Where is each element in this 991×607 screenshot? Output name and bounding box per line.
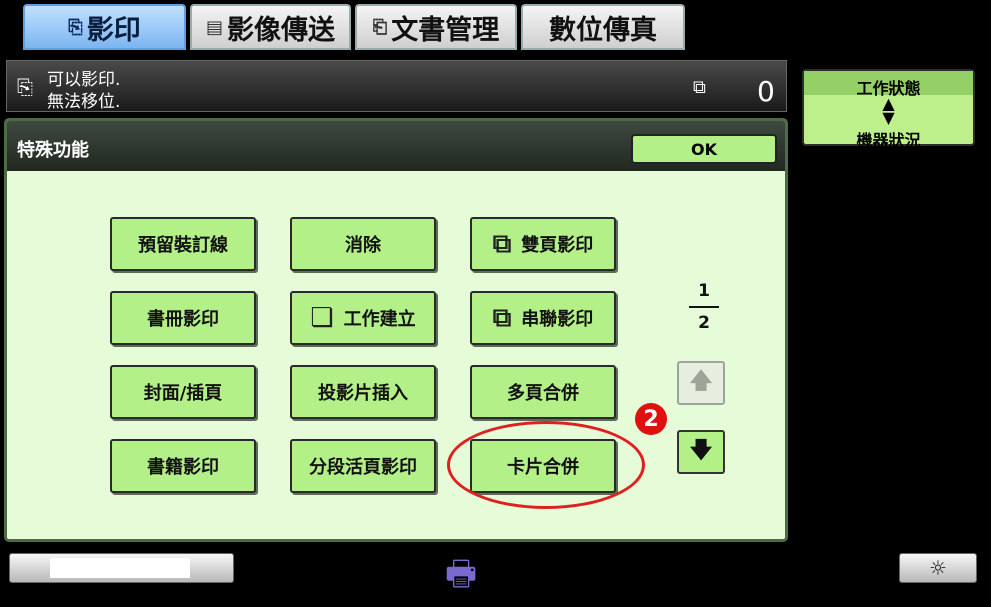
pamphlet-copy-button[interactable]: 分段活頁影印 <box>290 439 436 493</box>
arrow-down-icon: 🡇 <box>689 438 713 463</box>
tab-image-send-label: 影像傳送 <box>227 14 335 46</box>
transparency-inserts-button[interactable]: 投影片插入 <box>290 365 436 419</box>
page-divider <box>689 306 719 308</box>
page-total: 2 <box>698 313 710 333</box>
dual-page-copy-button[interactable]: ⧉ 雙頁影印 <box>470 217 616 271</box>
copy-status-icon: ⎘ <box>17 75 33 99</box>
status-message-2: 無法移位. <box>47 92 121 112</box>
copy-icon: ⎘ <box>68 16 83 38</box>
copy-count: 0 <box>757 75 775 108</box>
brightness-icon: ☼ <box>929 556 947 580</box>
job-build-button[interactable]: ❏ 工作建立 <box>290 291 436 345</box>
card-shot-highlight-circle <box>447 421 645 509</box>
tab-copy[interactable]: ⎘ 影印 <box>23 4 186 50</box>
machine-icon[interactable]: 🖶 <box>445 550 477 607</box>
machine-status-label: 機器狀況 <box>856 131 921 150</box>
tandem-copy-button[interactable]: ⧉ 串聯影印 <box>470 291 616 345</box>
booklet-copy-label: 書冊影印 <box>147 309 219 330</box>
special-modes-panel: 特殊功能 OK 預留裝訂線 消除 ⧉ 雙頁影印 書冊影印 ❏ 工作建立 ⧉ 串聯… <box>4 118 788 542</box>
dual-page-copy-label: 雙頁影印 <box>521 235 594 256</box>
margin-shift-label: 預留裝訂線 <box>138 235 228 256</box>
page-down-button[interactable]: 🡇 <box>677 430 725 474</box>
multi-shot-label: 多頁合併 <box>507 383 579 404</box>
multi-shot-button[interactable]: 多頁合併 <box>470 365 616 419</box>
page-indicator: 1 2 <box>689 281 719 333</box>
progress-track <box>50 558 190 578</box>
tandem-copy-label: 串聯影印 <box>521 309 594 330</box>
document-filing-icon: ⎗ <box>372 16 388 38</box>
tab-image-send[interactable]: ▤ 影像傳送 <box>190 4 351 50</box>
tab-document-filing[interactable]: ⎗ 文書管理 <box>355 4 517 50</box>
pamphlet-copy-label: 分段活頁影印 <box>309 457 417 478</box>
dual-page-icon: ⧉ <box>492 228 512 259</box>
brightness-button[interactable]: ☼ <box>899 553 977 583</box>
tab-digital-fax-label: 數位傳真 <box>549 14 657 46</box>
job-status-label: 工作狀態 <box>804 71 973 98</box>
covers-inserts-button[interactable]: 封面/插頁 <box>110 365 256 419</box>
arrow-up-icon: 🡅 <box>689 369 713 394</box>
book-copy-label: 書籍影印 <box>147 457 219 478</box>
panel-header: 特殊功能 OK <box>7 121 785 171</box>
progress-bar <box>9 553 234 583</box>
tab-digital-fax[interactable]: 數位傳真 <box>521 4 685 50</box>
up-down-arrow-icon: ▲ ▼ <box>882 94 895 127</box>
booklet-copy-button[interactable]: 書冊影印 <box>110 291 256 345</box>
ok-button[interactable]: OK <box>631 134 777 164</box>
job-build-label: 工作建立 <box>343 309 416 330</box>
tandem-copy-icon: ⧉ <box>492 302 512 333</box>
page-current: 1 <box>698 281 710 301</box>
tab-document-filing-label: 文書管理 <box>391 14 500 46</box>
erase-button[interactable]: 消除 <box>290 217 436 271</box>
margin-shift-button[interactable]: 預留裝訂線 <box>110 217 256 271</box>
copies-icon: ⧉ <box>693 77 706 98</box>
covers-inserts-label: 封面/插頁 <box>143 383 223 404</box>
tab-copy-label: 影印 <box>86 14 141 46</box>
stacked-pages-icon: ❏ <box>310 303 334 333</box>
panel-title: 特殊功能 <box>17 140 89 161</box>
callout-badge: 2 <box>635 403 667 435</box>
job-status-button[interactable]: 工作狀態 ▲ ▼ 機器狀況 <box>802 69 975 150</box>
book-copy-button[interactable]: 書籍影印 <box>110 439 256 493</box>
status-bar: ⎘ 可以影印. 無法移位. ⧉ 0 <box>6 60 787 112</box>
erase-label: 消除 <box>345 235 381 256</box>
page-up-button[interactable]: 🡅 <box>677 361 725 405</box>
transparency-inserts-label: 投影片插入 <box>318 383 408 404</box>
image-send-icon: ▤ <box>205 16 223 38</box>
